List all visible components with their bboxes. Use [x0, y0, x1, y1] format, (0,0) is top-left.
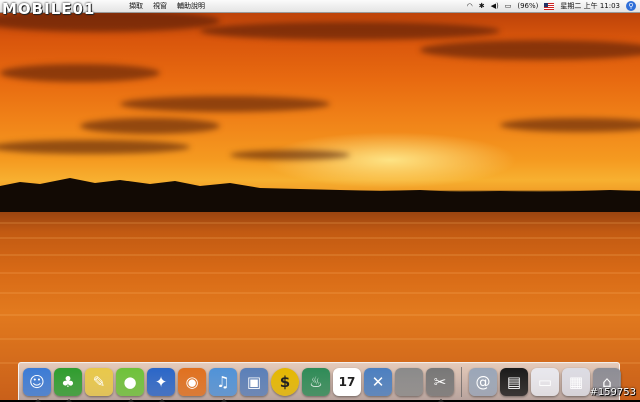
finder-icon-glyph: ☺	[29, 372, 45, 391]
system-preferences-icon[interactable]	[395, 367, 423, 396]
wifi-icon[interactable]: ◠	[467, 0, 473, 12]
cloud	[120, 96, 330, 112]
preview-icon[interactable]: ▣	[240, 367, 268, 396]
firefox-icon-glyph: ◉	[185, 372, 199, 391]
utility-icon[interactable]: ✂	[426, 367, 454, 402]
cloud	[80, 118, 220, 134]
watermark-id: #159753	[589, 387, 636, 398]
ical-icon-glyph: 17	[338, 374, 356, 389]
menu-extras: ◠ ✱ ◀) ▭ (96%) 星期二 上午 11:03 ⚲	[467, 0, 636, 12]
menu-item-capture[interactable]: 擷取	[124, 0, 148, 12]
menu-item-help[interactable]: 輔助說明	[172, 0, 210, 12]
ical-icon[interactable]: 17	[333, 367, 361, 396]
alien-icon-glyph: ●	[123, 372, 137, 391]
cloud	[200, 22, 500, 40]
dock: ☺ ♣ ✎ ● ✦ ◉ ♫ ▣ $ ♨ 17 ✕ ✂ @ ▤ ▭ ▦ ⌂	[18, 362, 621, 402]
desktop-wallpaper	[0, 0, 640, 400]
running-indicator	[66, 398, 72, 402]
xcode-icon[interactable]: ✕	[364, 367, 392, 396]
cloud	[0, 64, 160, 82]
running-indicator	[159, 398, 165, 402]
terminal-window-icon-glyph: ▤	[506, 372, 522, 391]
document-window-icon[interactable]: ▭	[531, 367, 559, 396]
running-indicator	[35, 398, 41, 402]
window-thumbnail-icon[interactable]: ▦	[562, 367, 590, 396]
xcode-icon-glyph: ✕	[371, 372, 385, 391]
document-window-icon-glyph: ▭	[537, 372, 553, 391]
note-icon[interactable]: ✎	[85, 367, 113, 396]
window-thumbnail-icon-glyph: ▦	[568, 372, 584, 391]
mail-icon[interactable]: @	[469, 367, 497, 396]
safari-icon[interactable]: ✦	[147, 367, 175, 402]
battery-icon[interactable]: ▭	[505, 0, 512, 12]
watermark-logo: MOBILE01	[2, 0, 96, 18]
menu-clock[interactable]: 星期二 上午 11:03	[560, 0, 620, 12]
terminal-window-icon[interactable]: ▤	[500, 367, 528, 396]
volume-icon[interactable]: ◀)	[491, 0, 499, 12]
safari-icon-glyph: ✦	[154, 372, 168, 391]
cloud	[0, 140, 190, 154]
cloud	[500, 118, 640, 132]
itunes-icon[interactable]: ♫	[209, 367, 237, 402]
money-icon[interactable]: $	[271, 367, 299, 396]
adium-icon-glyph: ♣	[61, 372, 75, 391]
running-indicator	[128, 398, 134, 402]
firefox-icon[interactable]: ◉	[178, 367, 206, 396]
mail-icon-glyph: @	[475, 372, 491, 391]
treeline	[0, 178, 640, 214]
menu-bar: 擷取 視窗 輔助說明 ◠ ✱ ◀) ▭ (96%) 星期二 上午 11:03 ⚲	[0, 0, 640, 13]
utility-icon-glyph: ✂	[433, 372, 447, 391]
note-icon-glyph: ✎	[92, 372, 106, 391]
bluetooth-icon[interactable]: ✱	[479, 0, 485, 12]
finder-icon[interactable]: ☺	[23, 367, 51, 402]
battery-percent[interactable]: (96%)	[517, 0, 538, 12]
alien-icon[interactable]: ●	[116, 367, 144, 402]
chef-icon[interactable]: ♨	[302, 367, 330, 396]
running-indicator	[438, 398, 444, 402]
chef-icon-glyph: ♨	[309, 372, 323, 391]
adium-icon[interactable]: ♣	[54, 367, 82, 402]
cloud	[230, 150, 350, 160]
spotlight-search-icon[interactable]: ⚲	[626, 1, 636, 11]
running-indicator	[221, 398, 227, 402]
preview-icon-glyph: ▣	[246, 372, 262, 391]
input-language-flag-icon[interactable]	[544, 2, 555, 10]
itunes-icon-glyph: ♫	[216, 372, 230, 391]
dock-separator	[461, 366, 462, 397]
cloud	[420, 40, 640, 60]
menu-item-window[interactable]: 視窗	[148, 0, 172, 12]
money-icon-glyph: $	[279, 372, 291, 391]
